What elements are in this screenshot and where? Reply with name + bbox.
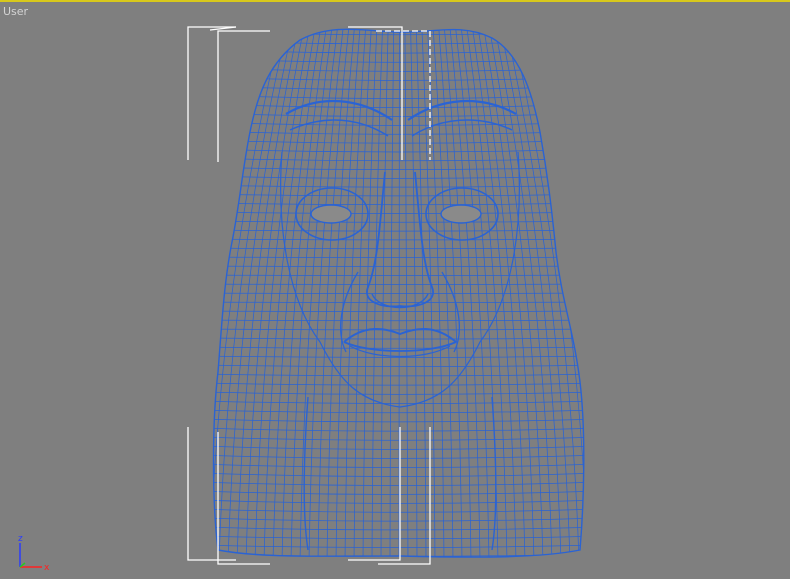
right-eye — [440, 204, 482, 224]
wireframe-face-mesh — [187, 26, 585, 565]
x-axis-label: x — [44, 563, 50, 573]
left-eye — [310, 204, 352, 224]
viewport-user[interactable]: User z x — [0, 0, 790, 579]
z-axis-label: z — [18, 534, 23, 544]
axis-tripod: z x — [18, 534, 50, 573]
